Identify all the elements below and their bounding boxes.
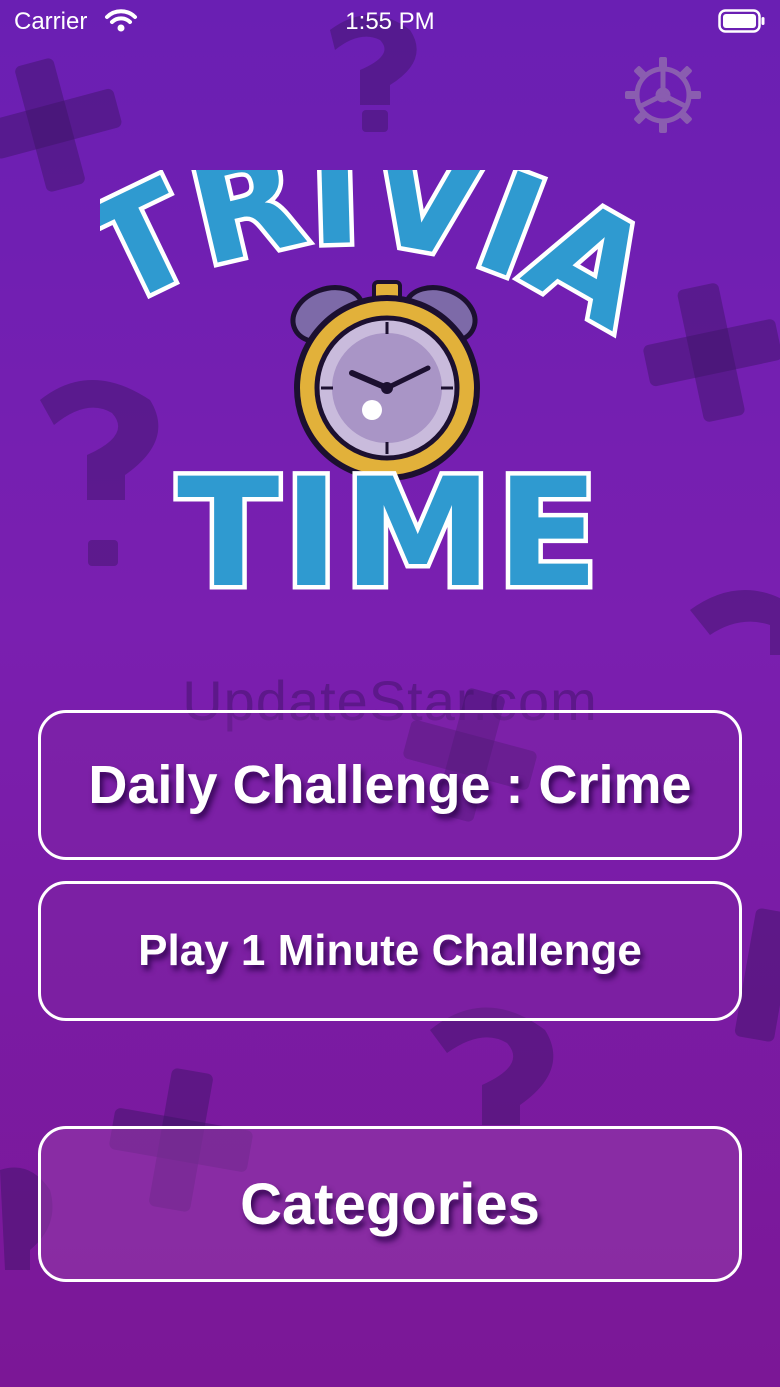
logo-line-time: TIME	[177, 447, 603, 600]
categories-button[interactable]: Categories	[38, 1126, 742, 1282]
daily-challenge-button[interactable]: Daily Challenge : Crime	[38, 710, 742, 860]
one-minute-challenge-label: Play 1 Minute Challenge	[138, 926, 642, 975]
gear-icon[interactable]	[622, 54, 704, 136]
categories-label: Categories	[240, 1171, 540, 1237]
status-bar: Carrier 1:55 PM	[0, 0, 780, 44]
trivia-time-logo: TRIVIA TIME	[100, 170, 680, 600]
one-minute-challenge-button[interactable]: Play 1 Minute Challenge	[38, 881, 742, 1021]
status-time: 1:55 PM	[345, 8, 435, 35]
battery-icon	[718, 9, 766, 40]
daily-challenge-label: Daily Challenge : Crime	[88, 755, 692, 815]
